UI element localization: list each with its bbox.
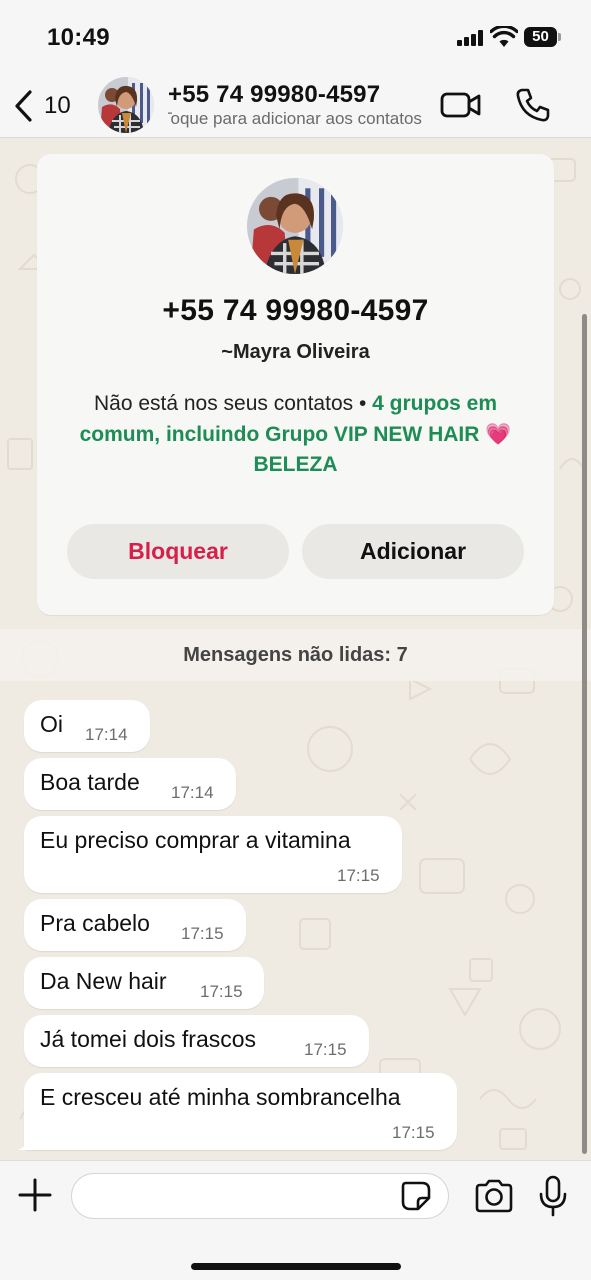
message-text: E cresceu até minha sombrancelha bbox=[40, 1084, 401, 1110]
message-text: Da New hair bbox=[40, 968, 167, 994]
bubble-tail bbox=[18, 1136, 34, 1150]
camera-icon[interactable] bbox=[474, 1178, 514, 1214]
message-time: 17:15 bbox=[392, 1123, 435, 1142]
chat-area[interactable]: +55 74 99980-4597 ~Mayra Oliveira Não es… bbox=[0, 139, 591, 1160]
header-subtitle[interactable]: Toque para adicionar aos contatos bbox=[168, 109, 428, 129]
scrollbar[interactable] bbox=[582, 314, 587, 1154]
message-time: 17:15 bbox=[200, 982, 243, 1001]
battery-level: 50 bbox=[524, 27, 557, 47]
message-text: Já tomei dois frascos bbox=[40, 1026, 257, 1052]
chevron-left-icon bbox=[15, 90, 32, 122]
microphone-icon[interactable] bbox=[538, 1175, 568, 1217]
status-bar: 10:49 50 bbox=[0, 0, 591, 74]
not-in-contacts-text: Não está nos seus contatos • bbox=[93, 392, 373, 415]
contact-info-card: +55 74 99980-4597 ~Mayra Oliveira Não es… bbox=[37, 154, 554, 615]
contact-avatar[interactable] bbox=[98, 77, 154, 133]
message-bubble[interactable]: Já tomei dois frascos 17:15 bbox=[24, 1015, 369, 1067]
message-bubble[interactable]: Boa tarde 17:14 bbox=[24, 758, 236, 810]
message-composer bbox=[0, 1160, 591, 1280]
message-bubble[interactable]: E cresceu até minha sombrancelha 17:15 bbox=[18, 1073, 457, 1150]
message-bubble[interactable]: Eu preciso comprar a vitamina 17:15 bbox=[24, 816, 402, 893]
message-text: Boa tarde bbox=[40, 769, 140, 795]
sticker-icon[interactable] bbox=[400, 1180, 432, 1212]
phone-icon[interactable] bbox=[514, 86, 552, 124]
message-text: Oi bbox=[40, 711, 63, 737]
message-bubble[interactable]: Pra cabelo 17:15 bbox=[24, 899, 246, 951]
back-button[interactable]: 10 bbox=[12, 86, 71, 126]
message-time: 17:14 bbox=[171, 783, 214, 802]
plus-icon[interactable] bbox=[17, 1177, 53, 1213]
unread-messages-banner: Mensagens não lidas: 7 bbox=[0, 629, 591, 681]
contact-phone-number: +55 74 99980-4597 bbox=[162, 294, 429, 327]
contact-card-avatar[interactable] bbox=[247, 178, 343, 274]
cellular-signal-icon bbox=[457, 30, 485, 46]
message-time: 17:15 bbox=[181, 924, 224, 943]
contact-status-info: Não está nos seus contatos • 4 grupos em… bbox=[57, 389, 534, 481]
video-call-icon[interactable] bbox=[440, 89, 482, 121]
block-button[interactable]: Bloquear bbox=[67, 524, 289, 579]
message-input[interactable] bbox=[71, 1173, 449, 1219]
message-time: 17:15 bbox=[304, 1040, 347, 1059]
add-contact-button[interactable]: Adicionar bbox=[302, 524, 524, 579]
message-bubble[interactable]: Oi 17:14 bbox=[24, 700, 150, 752]
chat-header: 10 +55 74 99980-4597 Toque para adiciona… bbox=[0, 74, 591, 138]
contact-push-name: ~Mayra Oliveira bbox=[221, 341, 370, 363]
message-time: 17:14 bbox=[85, 725, 128, 744]
status-time: 10:49 bbox=[47, 24, 110, 51]
header-contact-title[interactable]: +55 74 99980-4597 bbox=[168, 81, 380, 109]
home-indicator[interactable] bbox=[191, 1263, 401, 1270]
wifi-icon bbox=[490, 26, 518, 47]
message-time: 17:15 bbox=[337, 866, 380, 885]
message-text: Eu preciso comprar a vitamina bbox=[40, 827, 351, 853]
unread-chats-count: 10 bbox=[44, 92, 71, 119]
message-bubble[interactable]: Da New hair 17:15 bbox=[24, 957, 264, 1009]
battery-icon: 50 bbox=[524, 27, 561, 47]
message-text: Pra cabelo bbox=[40, 910, 150, 936]
